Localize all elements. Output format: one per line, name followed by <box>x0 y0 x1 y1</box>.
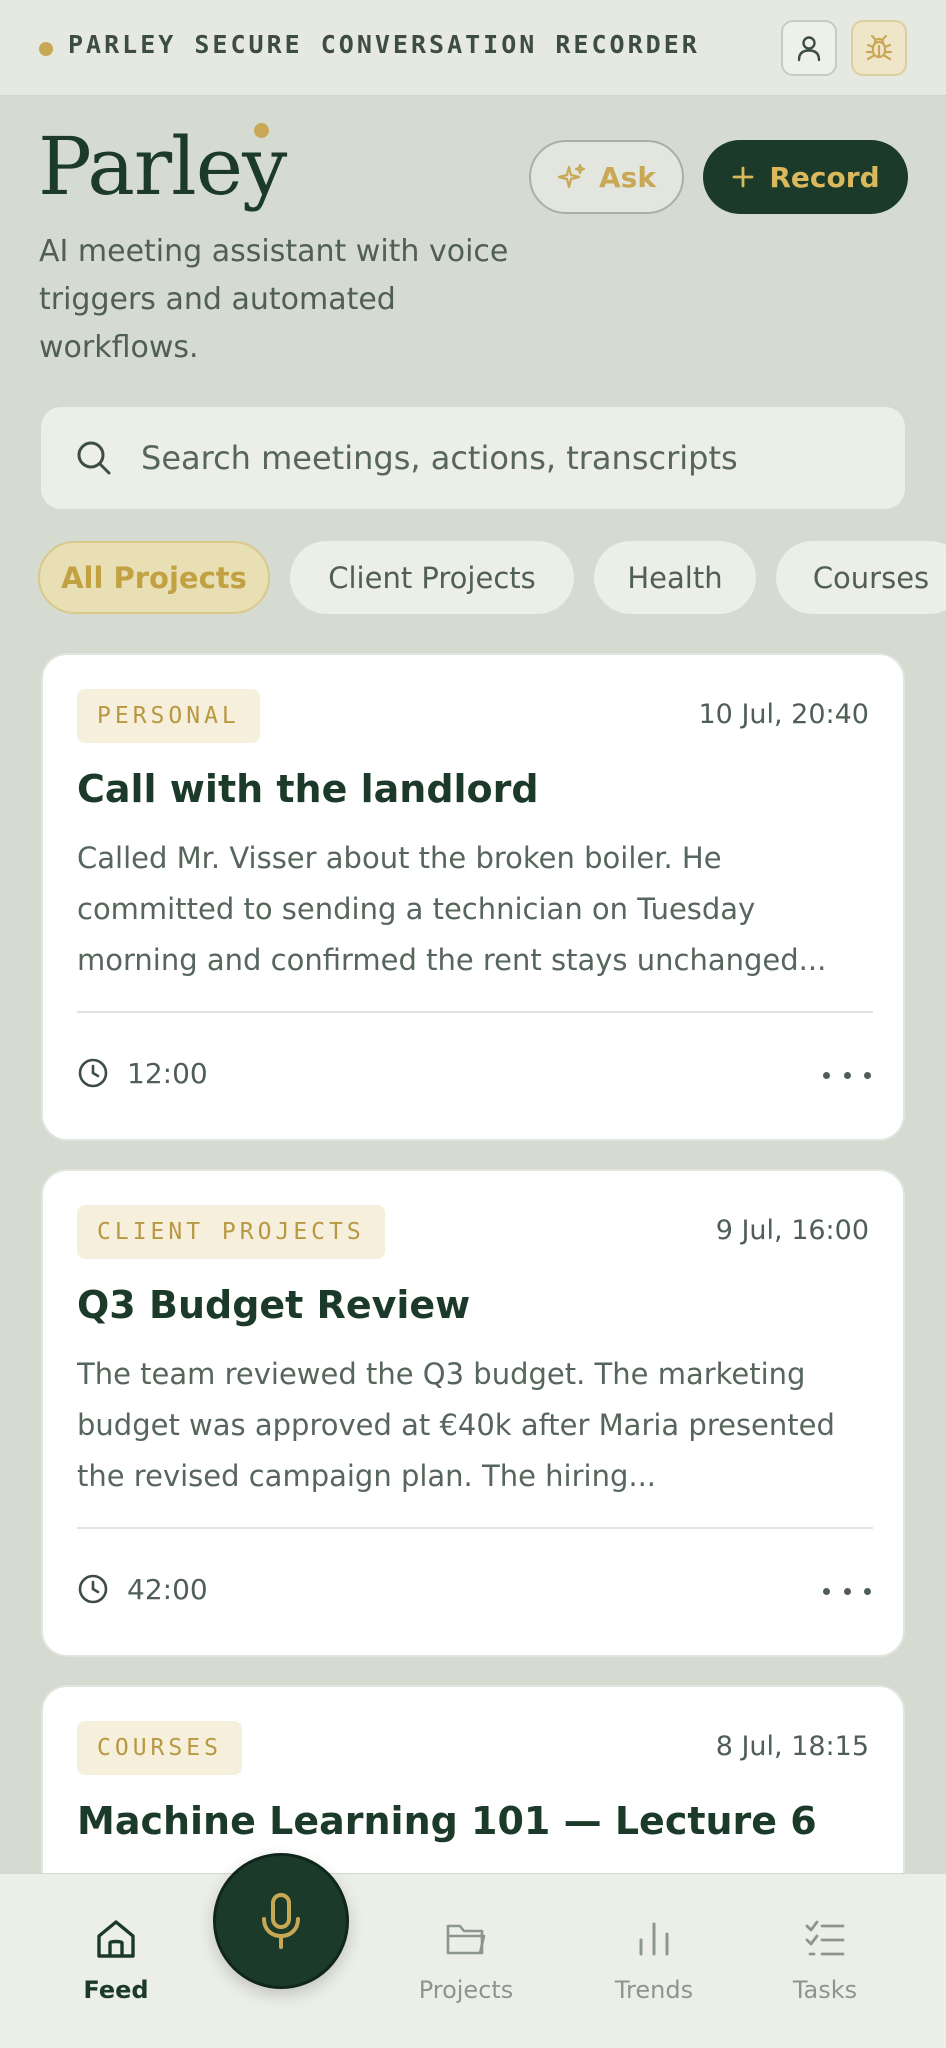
clock-icon <box>78 1574 108 1604</box>
profile-button[interactable] <box>781 20 837 76</box>
tagline: AI meeting assistant with voice triggers… <box>39 234 509 365</box>
record-button[interactable]: Record <box>703 140 908 214</box>
filter-client-projects[interactable]: Client Projects <box>290 541 574 614</box>
more-dot-icon <box>864 1071 871 1079</box>
meeting-card[interactable]: PERSONAL 10 Jul, 20:40 Call with the lan… <box>41 653 905 1141</box>
microphone-icon <box>262 1893 300 1949</box>
nav-feed[interactable]: Feed <box>46 1914 186 2004</box>
nav-label: Tasks <box>792 1976 858 2004</box>
user-icon <box>797 36 821 62</box>
more-dot-icon <box>823 1587 830 1595</box>
filter-health[interactable]: Health <box>594 541 756 614</box>
search-icon <box>77 441 111 475</box>
card-divider <box>77 1527 873 1529</box>
meeting-date: 10 Jul, 20:40 <box>698 699 870 730</box>
record-label: Record <box>769 160 880 194</box>
bottom-nav: Feed Projects Trends Tasks <box>0 1873 946 2048</box>
meeting-card[interactable]: CLIENT PROJECTS 9 Jul, 16:00 Q3 Budget R… <box>41 1169 905 1657</box>
nav-label: Projects <box>418 1976 514 2004</box>
more-dot-icon <box>823 1071 830 1079</box>
app-title: PARLEY SECURE CONVERSATION RECORDER <box>68 30 700 59</box>
meeting-date: 8 Jul, 18:15 <box>715 1731 869 1762</box>
meeting-summary: Called Mr. Visser about the broken boile… <box>77 841 827 977</box>
folder-icon <box>446 1924 486 1955</box>
clock-icon <box>78 1058 108 1088</box>
plus-icon <box>732 166 754 188</box>
nav-trends[interactable]: Trends <box>584 1914 724 2004</box>
filter-all-projects[interactable]: All Projects <box>38 541 270 614</box>
meeting-summary: The team reviewed the Q3 budget. The mar… <box>77 1357 835 1493</box>
filter-courses[interactable]: Courses <box>776 541 946 614</box>
meeting-title: Call with the landlord <box>77 767 539 811</box>
bar-chart-icon <box>639 1922 669 1956</box>
nav-projects[interactable]: Projects <box>396 1914 536 2004</box>
ask-button[interactable]: Ask <box>529 140 684 214</box>
card-divider <box>77 1011 873 1013</box>
meeting-date: 9 Jul, 16:00 <box>715 1215 869 1246</box>
more-options-button[interactable] <box>823 1060 871 1090</box>
home-icon <box>97 1920 135 1958</box>
search-bar <box>41 407 905 509</box>
meeting-duration: 12:00 <box>127 1057 208 1090</box>
ask-label: Ask <box>599 160 656 194</box>
more-dot-icon <box>843 1587 851 1595</box>
nav-label: Trends <box>614 1976 694 2004</box>
voice-record-button[interactable] <box>213 1853 349 1989</box>
project-tag: CLIENT PROJECTS <box>77 1205 385 1259</box>
nav-tasks[interactable]: Tasks <box>755 1914 895 2004</box>
project-tag: COURSES <box>77 1721 242 1775</box>
nav-label: Feed <box>83 1976 149 2004</box>
debug-button[interactable] <box>851 20 907 76</box>
more-options-button[interactable] <box>823 1576 871 1606</box>
brand-dot <box>254 123 269 138</box>
search-input[interactable] <box>141 433 881 483</box>
sparkle-icon <box>557 163 586 189</box>
meeting-title: Machine Learning 101 — Lecture 6 <box>77 1799 817 1843</box>
more-dot-icon <box>864 1587 871 1595</box>
bug-icon <box>865 34 893 61</box>
meeting-duration: 42:00 <box>127 1573 208 1606</box>
project-filter-bar: All Projects Client Projects Health Cour… <box>38 541 946 614</box>
status-dot <box>39 42 53 56</box>
brand-logo: Parley <box>38 120 287 213</box>
more-dot-icon <box>843 1071 851 1079</box>
checklist-icon <box>805 1920 845 1956</box>
meeting-title: Q3 Budget Review <box>77 1283 471 1327</box>
top-bar: PARLEY SECURE CONVERSATION RECORDER <box>0 0 946 96</box>
project-tag: PERSONAL <box>77 689 260 743</box>
